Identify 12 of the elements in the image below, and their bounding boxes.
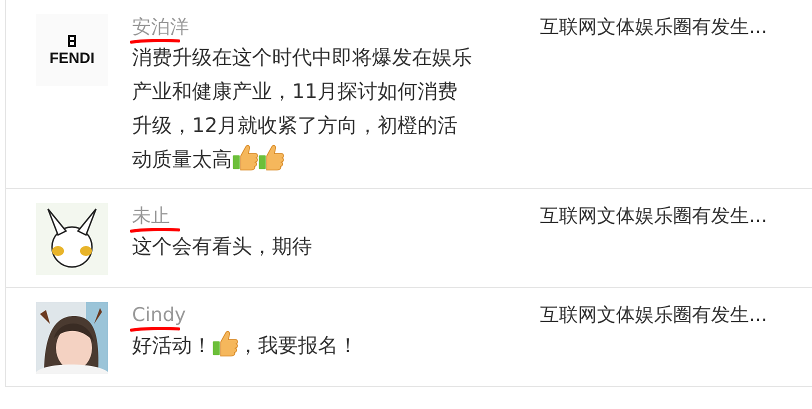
comment-text: 消费升级在这个时代中即将爆发在娱乐产业和健康产业，11月探讨如何消费升级，12月就收紧了方向，初橙的活动质量太高 bbox=[132, 44, 473, 174]
comment-text: 这个会有看头，期待 bbox=[132, 233, 313, 260]
logo-icon bbox=[67, 34, 77, 48]
topic-link[interactable]: 互联网文体娱乐圈有发生... bbox=[540, 302, 768, 374]
topic-link[interactable]: 互联网文体娱乐圈有发生... bbox=[540, 14, 768, 176]
thumbs-up-icon bbox=[232, 142, 258, 172]
thumbs-up-icon bbox=[212, 328, 238, 358]
topic-link[interactable]: 互联网文体娱乐圈有发生... bbox=[540, 203, 768, 275]
comment-text: 好活动！ ，我要报名！ bbox=[132, 328, 477, 362]
logo-text: FENDI bbox=[50, 50, 94, 66]
thumbs-up-icon bbox=[258, 142, 284, 172]
avatar bbox=[36, 203, 108, 275]
